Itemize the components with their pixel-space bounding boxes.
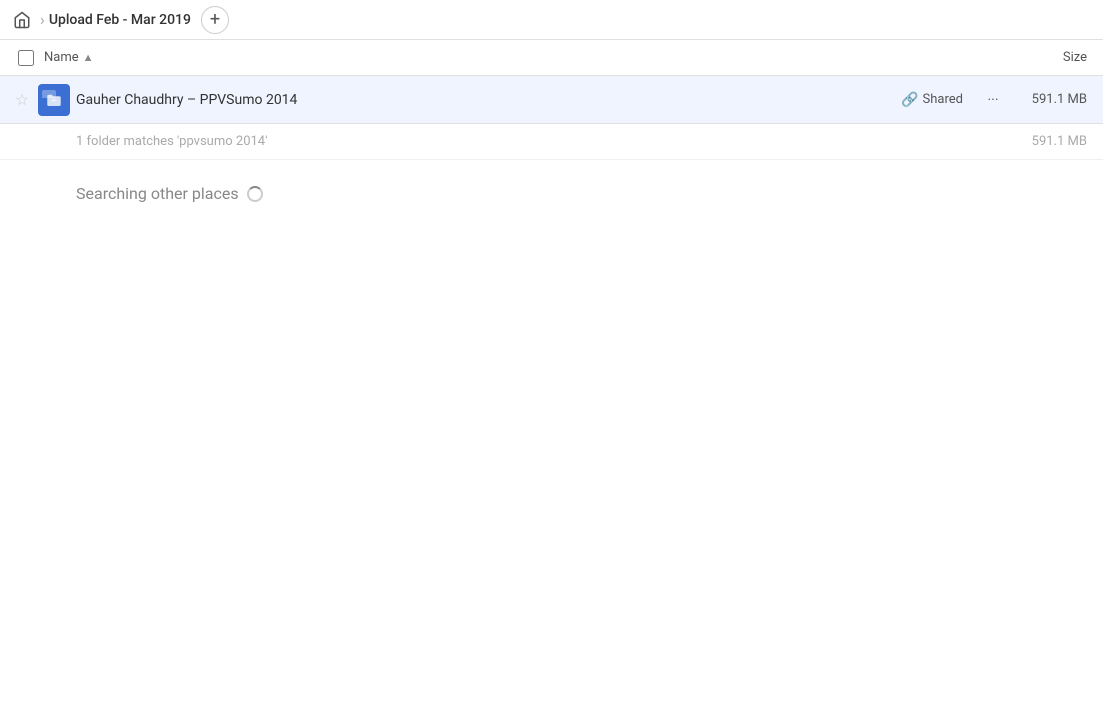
folder-icon bbox=[36, 84, 72, 116]
link-icon: 🔗 bbox=[901, 92, 918, 108]
more-options-button[interactable]: ··· bbox=[979, 86, 1007, 114]
name-column-header[interactable]: Name ▲ bbox=[44, 50, 995, 65]
breadcrumb-title: Upload Feb - Mar 2019 bbox=[49, 12, 191, 28]
summary-row: 1 folder matches 'ppvsumo 2014' 591.1 MB bbox=[0, 124, 1103, 160]
more-icon: ··· bbox=[988, 92, 999, 108]
breadcrumb-separator: › bbox=[40, 10, 45, 29]
file-name: Gauher Chaudhry – PPVSumo 2014 bbox=[76, 92, 901, 108]
shared-label: 🔗 Shared bbox=[901, 92, 963, 108]
file-row[interactable]: ☆ Gauher Chaudhry – PPVSumo 2014 🔗 Share… bbox=[0, 76, 1103, 124]
star-icon[interactable]: ☆ bbox=[8, 90, 36, 109]
select-all-checkbox-wrap[interactable] bbox=[8, 50, 44, 66]
home-button[interactable] bbox=[8, 6, 36, 34]
summary-size: 591.1 MB bbox=[1015, 134, 1095, 149]
summary-text: 1 folder matches 'ppvsumo 2014' bbox=[8, 134, 1015, 149]
searching-text: Searching other places bbox=[76, 184, 239, 203]
add-button[interactable]: + bbox=[201, 6, 229, 34]
column-headers: Name ▲ Size bbox=[0, 40, 1103, 76]
size-column-header: Size bbox=[995, 50, 1095, 65]
loading-spinner bbox=[247, 186, 263, 202]
sort-arrow-icon: ▲ bbox=[83, 51, 94, 64]
topbar: › Upload Feb - Mar 2019 + bbox=[0, 0, 1103, 40]
searching-section: Searching other places bbox=[0, 160, 1103, 227]
select-all-checkbox[interactable] bbox=[18, 50, 34, 66]
file-size: 591.1 MB bbox=[1015, 92, 1095, 107]
